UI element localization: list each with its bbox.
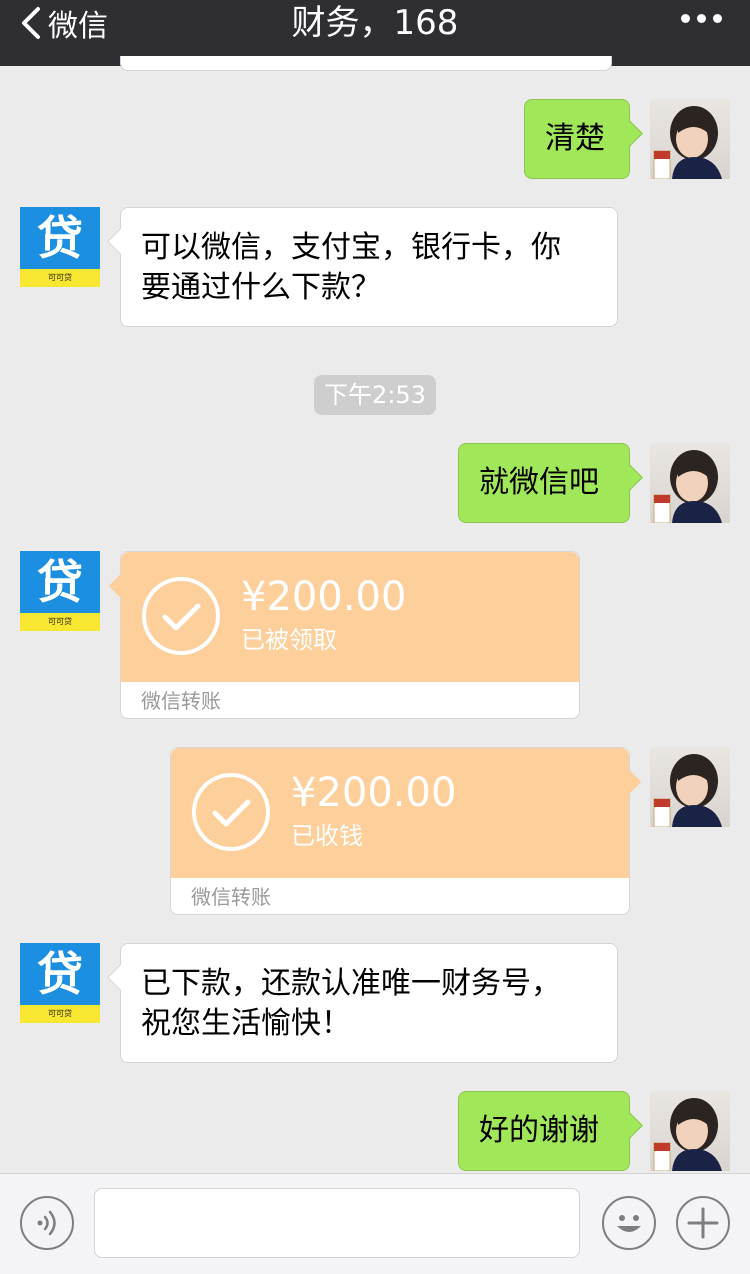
transfer-label: 微信转账: [191, 885, 271, 909]
chat-title: 财务，168: [291, 3, 459, 43]
self-avatar[interactable]: [650, 1091, 730, 1171]
message-bubble-contact[interactable]: 已下款，还款认准唯一财务号， 祝您生活愉快！: [120, 943, 618, 1063]
contact-avatar-caption: 可可贷: [48, 617, 72, 626]
input-bar: [0, 1173, 750, 1274]
profile-photo-icon: [653, 754, 722, 827]
message-input[interactable]: [94, 1188, 580, 1258]
profile-photo-icon: [653, 1098, 722, 1171]
contact-avatar[interactable]: 贷 可可贷: [20, 551, 100, 631]
plus-button[interactable]: [676, 1196, 730, 1250]
plus-icon: [687, 1207, 719, 1239]
contact-avatar-caption: 可可贷: [48, 273, 72, 282]
transfer-status: 已被领取: [241, 626, 337, 654]
self-avatar[interactable]: [650, 443, 730, 523]
voice-icon: [37, 1210, 56, 1236]
timestamp: 下午2:53: [314, 375, 436, 415]
transfer-label: 微信转账: [141, 689, 221, 713]
message-bubble-self[interactable]: 好的谢谢: [458, 1091, 630, 1171]
emoji-button[interactable]: [602, 1196, 656, 1250]
check-circle-icon: [192, 773, 270, 851]
transfer-amount: ¥200.00: [241, 574, 407, 620]
message-bubble-self[interactable]: 就微信吧: [458, 443, 630, 523]
transfer-status: 已收钱: [291, 822, 363, 850]
profile-photo-icon: [653, 106, 722, 179]
contact-avatar-caption: 可可贷: [48, 1009, 72, 1018]
contact-avatar-glyph: 贷: [37, 947, 83, 1001]
message-bubble-self[interactable]: 清楚: [524, 99, 630, 179]
profile-photo-icon: [653, 450, 722, 523]
transfer-amount: ¥200.00: [291, 770, 457, 816]
self-avatar[interactable]: [650, 99, 730, 179]
check-circle-icon: [142, 577, 220, 655]
message-bubble-contact[interactable]: 可以微信，支付宝，银行卡，你 要通过什么下款？: [120, 207, 618, 327]
more-button[interactable]: [681, 14, 722, 23]
voice-button[interactable]: [20, 1196, 74, 1250]
transfer-card-collected[interactable]: ¥200.00 已收钱 微信转账: [170, 747, 630, 915]
contact-avatar[interactable]: 贷 可可贷: [20, 207, 100, 287]
previous-message-edge: [120, 56, 612, 71]
emoji-icon: [617, 1215, 641, 1232]
self-avatar[interactable]: [650, 747, 730, 827]
ellipsis-icon: [681, 14, 690, 23]
contact-avatar[interactable]: 贷 可可贷: [20, 943, 100, 1023]
contact-avatar-glyph: 贷: [37, 555, 83, 609]
transfer-card-received[interactable]: ¥200.00 已被领取 微信转账: [120, 551, 580, 719]
contact-avatar-glyph: 贷: [37, 211, 83, 265]
